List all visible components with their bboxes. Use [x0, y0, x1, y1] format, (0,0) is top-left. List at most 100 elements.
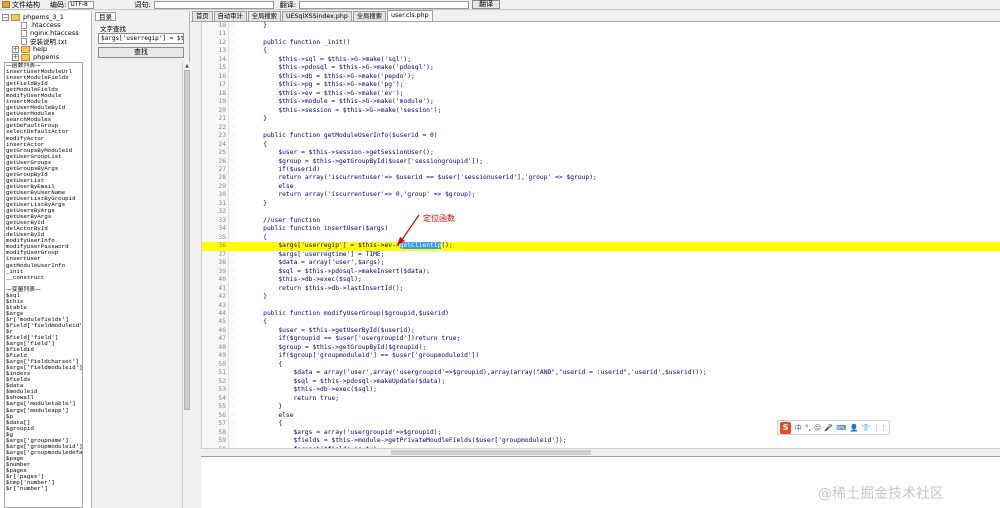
- code-line[interactable]: 40 · $this->db->exec($sql);: [202, 276, 1000, 284]
- file-structure-label[interactable]: 文件结构: [2, 0, 40, 10]
- indent-guide: ·: [231, 420, 235, 428]
- line-number: 38: [218, 259, 226, 267]
- line-number: 53: [218, 386, 226, 394]
- editor-horizontal-scrollbar[interactable]: [201, 448, 1000, 455]
- line-number: 27: [218, 165, 226, 173]
- code-line[interactable]: 36 · $args['userregip'] = $this->ev->getC…: [202, 242, 1000, 251]
- code-line[interactable]: 26 · $group = $this->getGroupById($user['…: [202, 158, 1000, 166]
- code-line[interactable]: 18 · $this->ev = $this->G->make('ev');: [202, 90, 1000, 98]
- variable-list-item[interactable]: $field['fieldmoduleid']: [5, 323, 82, 329]
- line-number: 36: [218, 242, 226, 250]
- code-line[interactable]: 21 · }: [202, 115, 1000, 123]
- tree-item[interactable]: + phpems: [0, 53, 91, 61]
- code-line[interactable]: 12 · public function _init(): [202, 39, 1000, 47]
- translate-input[interactable]: [299, 0, 470, 9]
- ime-tool-icon[interactable]: °,: [805, 424, 811, 432]
- code-line[interactable]: 27 · if($userid): [202, 166, 1000, 174]
- expand-icon[interactable]: +: [12, 53, 19, 61]
- finder-search-input[interactable]: $args['userregip'] = $this->ev->getClien…: [98, 33, 184, 44]
- code-line[interactable]: 15 · $this->pdosql = $this->G->make('pdos…: [202, 64, 1000, 72]
- ime-tool-icon[interactable]: 🎤: [824, 424, 833, 432]
- code-line[interactable]: 11 ·: [202, 30, 1000, 38]
- line-number: 12: [218, 38, 226, 46]
- editor-tab[interactable]: 自动审计: [213, 11, 247, 21]
- code-line[interactable]: 33 · //user function: [202, 217, 1000, 225]
- ime-tool-icon[interactable]: ☺: [814, 424, 821, 432]
- hscroll-thumb[interactable]: [391, 450, 591, 455]
- code-line[interactable]: 52 · $sql = $this->pdosql->makeUpdate($da…: [202, 378, 1000, 386]
- symbol-list-scrollbar[interactable]: ▲: [182, 62, 190, 508]
- code-line[interactable]: 24 · {: [202, 141, 1000, 149]
- editor-tab[interactable]: 全局搜索: [247, 11, 281, 21]
- code-line[interactable]: 55 · }: [202, 403, 1000, 411]
- code-line[interactable]: 32 ·: [202, 208, 1000, 216]
- code-line[interactable]: 59 · $fields = $this->module->getPrivateM…: [202, 437, 1000, 445]
- code-line[interactable]: 49 · if($group['groupmoduleid'] == $user[…: [202, 352, 1000, 360]
- editor-tab[interactable]: UESqlXSSindex.php: [281, 11, 352, 21]
- ime-toolbar[interactable]: S 中 °, ☺ 🎤 ⌨ 👤 👕 ⋮⋮: [777, 420, 890, 435]
- tree-item[interactable]: .htaccess: [0, 21, 91, 29]
- code-line[interactable]: 14 · $this->sql = $this->G->make('sql');: [202, 56, 1000, 64]
- tree-item[interactable]: + help: [0, 45, 91, 53]
- code-line[interactable]: 50 · {: [202, 361, 1000, 369]
- variable-list-item[interactable]: $r['number']: [5, 486, 82, 492]
- finder-search-button[interactable]: 查找: [98, 47, 184, 58]
- code-line[interactable]: 29 · else: [202, 183, 1000, 191]
- code-line[interactable]: 51 · $data = array('user',array('usergrou…: [202, 369, 1000, 377]
- scroll-thumb[interactable]: [184, 70, 190, 410]
- code-line[interactable]: 39 · $sql = $this->pdosql->makeInsert($da…: [202, 268, 1000, 276]
- code-line[interactable]: 56 · else: [202, 412, 1000, 420]
- code-editor[interactable]: 10 · } 11 · 12 · public function _init() 13 · {…: [201, 22, 1000, 448]
- ime-tool-icon[interactable]: ⌨: [836, 424, 846, 432]
- tree-item[interactable]: 安装说明.txt: [0, 37, 91, 46]
- code-line[interactable]: 10 · }: [202, 22, 1000, 30]
- code-line[interactable]: 25 · $user = $this->session->getSessionUs…: [202, 149, 1000, 157]
- code-line[interactable]: 45 · {: [202, 318, 1000, 326]
- code-line[interactable]: 43 ·: [202, 302, 1000, 310]
- code-line[interactable]: 19 · $this->module = $this->G->make('modu…: [202, 98, 1000, 106]
- code-line[interactable]: 48 · $group = $this->getGroupById($groupi…: [202, 344, 1000, 352]
- encoding-select[interactable]: UTF-8: [68, 0, 95, 9]
- code-line[interactable]: 31 · }: [202, 200, 1000, 208]
- code-line[interactable]: 44 · public function modifyUserGroup($gro…: [202, 310, 1000, 318]
- collapse-icon[interactable]: −: [2, 13, 9, 21]
- line-number: 44: [218, 309, 226, 317]
- code-line[interactable]: 54 · return true;: [202, 395, 1000, 403]
- ime-tool-icon[interactable]: ⋮⋮: [873, 424, 887, 432]
- expand-icon[interactable]: +: [12, 45, 19, 53]
- code-line[interactable]: 22 ·: [202, 124, 1000, 132]
- code-line[interactable]: 53 · $this->db->exec($sql);: [202, 386, 1000, 394]
- code-line[interactable]: 37 · $args['userregtime'] = TIME;: [202, 251, 1000, 259]
- line-number: 20: [218, 106, 226, 114]
- code-line[interactable]: 34 · public function insertUser($args): [202, 225, 1000, 233]
- code-line[interactable]: 41 · return $this->db->lastInsertId();: [202, 285, 1000, 293]
- code-line[interactable]: 23 · public function getModuleUserInfo($u…: [202, 132, 1000, 140]
- code-line[interactable]: 16 · $this->db = $this->G->make('pepdo');: [202, 73, 1000, 81]
- indent-guide: ·: [231, 352, 235, 360]
- editor-tab[interactable]: 首页: [192, 11, 213, 21]
- translate-button[interactable]: 翻译: [472, 0, 501, 9]
- ime-tool-icon[interactable]: 👕: [862, 424, 871, 432]
- ime-tool-icon[interactable]: 中: [795, 423, 802, 433]
- code-line[interactable]: 30 · return array('iscurrentuser'=> 0,'gr…: [202, 191, 1000, 199]
- tree-item[interactable]: − phpems_3_1: [0, 13, 91, 21]
- code-line[interactable]: 47 · if($groupid == $user['usergroupid'])…: [202, 335, 1000, 343]
- indent-guide: ·: [231, 47, 235, 55]
- editor-tab[interactable]: user.cls.php: [387, 10, 433, 21]
- code-line[interactable]: 42 · }: [202, 293, 1000, 301]
- code-line[interactable]: 20 · $this->session = $this->G->make('ses…: [202, 107, 1000, 115]
- code-line[interactable]: 17 · $this->pg = $this->G->make('pg');: [202, 81, 1000, 89]
- scroll-up-icon[interactable]: ▲: [183, 62, 191, 70]
- code-line[interactable]: 35 · {: [202, 234, 1000, 242]
- ime-tool-icon[interactable]: 👤: [850, 424, 859, 432]
- code-line[interactable]: 38 · $data = array('user',$args);: [202, 259, 1000, 267]
- editor-tab[interactable]: 全局搜索: [352, 11, 387, 21]
- word-input[interactable]: [153, 0, 274, 9]
- indent-guide: ·: [231, 276, 235, 284]
- code-line[interactable]: 46 · $user = $this->getUserById($userid);: [202, 327, 1000, 335]
- sogou-logo-icon[interactable]: S: [780, 421, 792, 434]
- finder-tab[interactable]: 目录: [95, 12, 116, 21]
- code-line[interactable]: 28 · return array('iscurrentuser'=> $user…: [202, 174, 1000, 182]
- code-line[interactable]: 13 · {: [202, 47, 1000, 55]
- folder-icon: [21, 53, 30, 61]
